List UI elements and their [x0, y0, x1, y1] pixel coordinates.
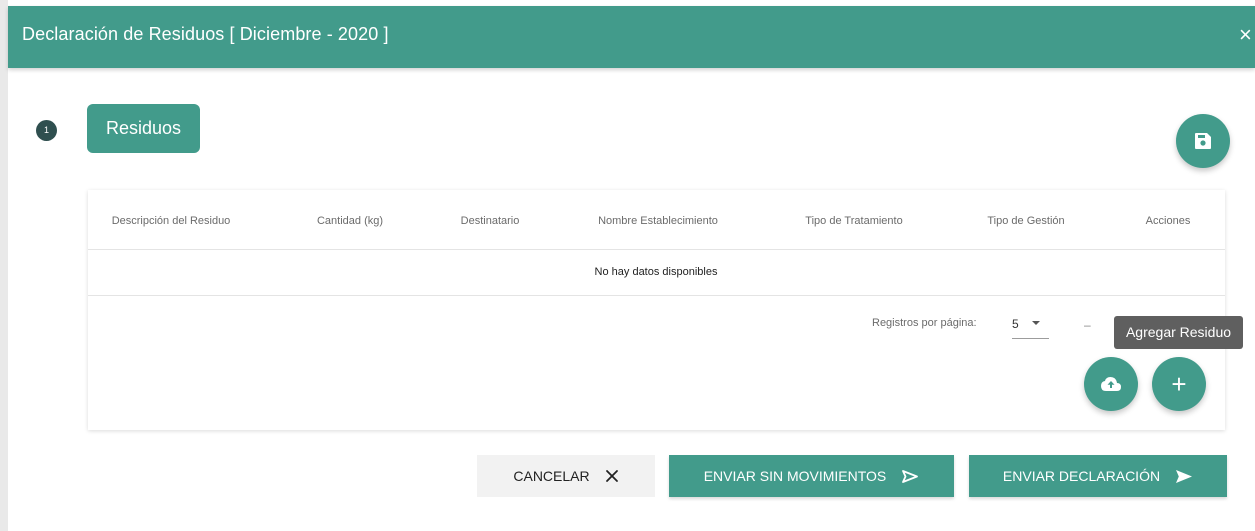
send-without-movements-label: ENVIAR SIN MOVIMIENTOS	[703, 468, 887, 484]
cancel-button[interactable]: CANCELAR	[477, 455, 655, 497]
declaration-dialog-screen: Declaración de Residuos [ Diciembre - 20…	[0, 0, 1255, 531]
column-header-tipo-gestion[interactable]: Tipo de Gestión	[987, 215, 1064, 227]
rows-per-page-select[interactable]: 5	[1012, 309, 1049, 339]
save-icon	[1195, 133, 1211, 149]
upload-button[interactable]	[1084, 357, 1138, 411]
table-empty-row: No hay datos disponibles	[88, 250, 1225, 296]
column-header-destinatario[interactable]: Destinatario	[461, 215, 520, 227]
cloud-upload-icon	[1101, 377, 1121, 391]
plus-icon: +	[1171, 368, 1187, 399]
residues-table: Descripción del Residuo Cantidad (kg) De…	[88, 190, 1225, 430]
table-header: Descripción del Residuo Cantidad (kg) De…	[88, 190, 1225, 250]
send-declaration-button[interactable]: ENVIAR DECLARACIÓN	[969, 455, 1227, 497]
chevron-down-icon	[1032, 321, 1040, 325]
send-declaration-label: ENVIAR DECLARACIÓN	[1002, 468, 1161, 484]
rows-per-page-label: Registros por página:	[872, 317, 977, 329]
dialog-title: Declaración de Residuos [ Diciembre - 20…	[22, 24, 389, 44]
close-icon	[605, 469, 619, 483]
send-outline-icon	[901, 469, 919, 484]
column-header-nombre-establecimiento[interactable]: Nombre Establecimiento	[598, 215, 718, 227]
add-residue-button[interactable]: +	[1152, 357, 1206, 411]
dialog-title-bar: Declaración de Residuos [ Diciembre - 20…	[8, 6, 1255, 68]
pagination-range: –	[1084, 318, 1091, 332]
close-icon[interactable]: ×	[1239, 20, 1255, 50]
column-header-cantidad[interactable]: Cantidad (kg)	[317, 215, 383, 227]
column-header-descripcion[interactable]: Descripción del Residuo	[112, 215, 231, 227]
column-header-acciones: Acciones	[1145, 215, 1191, 227]
send-without-movements-button[interactable]: ENVIAR SIN MOVIMIENTOS	[669, 455, 954, 497]
background-overlay	[0, 0, 8, 531]
save-button[interactable]	[1176, 114, 1230, 168]
step-number-badge: 1	[36, 120, 57, 141]
rows-per-page-value: 5	[1012, 317, 1019, 331]
cancel-button-label: CANCELAR	[513, 468, 590, 484]
step-label-residuos: Residuos	[87, 104, 200, 153]
column-header-tipo-tratamiento[interactable]: Tipo de Tratamiento	[805, 215, 902, 227]
empty-message: No hay datos disponibles	[594, 266, 718, 278]
add-residue-tooltip: Agregar Residuo	[1114, 316, 1243, 349]
send-icon	[1175, 469, 1193, 484]
